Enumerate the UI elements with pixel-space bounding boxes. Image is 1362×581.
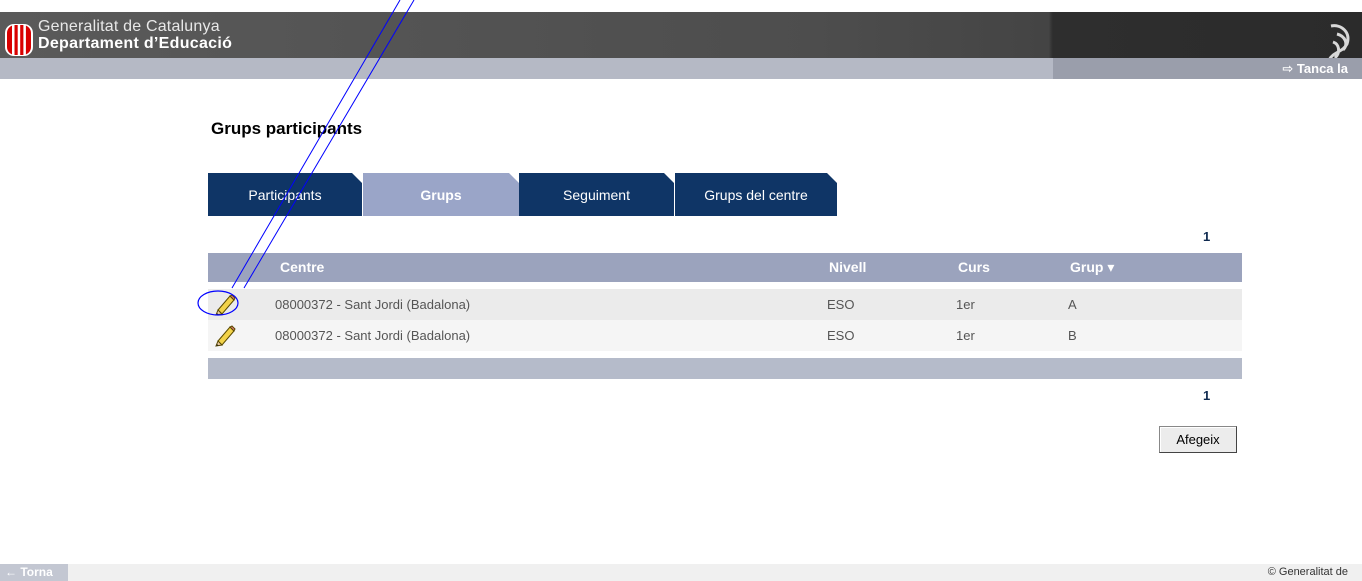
cell-curs: 1er: [956, 297, 975, 312]
cell-centre: 08000372 - Sant Jordi (Badalona): [275, 328, 471, 343]
pencil-edit-icon[interactable]: [213, 323, 237, 347]
cell-grup: B: [1068, 328, 1077, 343]
department-name: Departament d’Educació: [38, 35, 233, 52]
cell-curs: 1er: [956, 328, 975, 343]
org-name: Generalitat de Catalunya: [38, 18, 220, 35]
page-title: Grups participants: [211, 119, 363, 138]
table-footer: [208, 358, 1242, 379]
cell-nivell: ESO: [827, 328, 855, 343]
add-button[interactable]: Afegeix: [1159, 426, 1237, 453]
page-footer: [0, 564, 1362, 581]
column-header-curs[interactable]: Curs: [958, 259, 990, 275]
tab-participants[interactable]: Participants: [208, 173, 362, 216]
cell-grup: A: [1068, 297, 1077, 312]
pagination-top-page-1[interactable]: 1: [1203, 229, 1210, 244]
table-row: 08000372 - Sant Jordi (Badalona) ESO 1er…: [208, 320, 1242, 351]
tab-label: Grups del centre: [704, 186, 808, 203]
column-header-nivell[interactable]: Nivell: [829, 259, 866, 275]
cell-centre: 08000372 - Sant Jordi (Badalona): [275, 297, 471, 312]
table-header: Centre Nivell Curs Grup ▾: [208, 253, 1242, 282]
pagination-bottom-page-1[interactable]: 1: [1203, 388, 1210, 403]
table-row: 08000372 - Sant Jordi (Badalona) ESO 1er…: [208, 289, 1242, 320]
back-link[interactable]: ← Torna: [0, 564, 68, 581]
site-header: Generalitat de Catalunya Departament d’E…: [0, 12, 1362, 61]
sub-navigation-bar: [0, 58, 1362, 79]
tab-label: Grups: [420, 186, 462, 203]
tab-seguiment[interactable]: Seguiment: [519, 173, 674, 216]
top-gap: [0, 0, 1362, 12]
copyright-notice: © Generalitat de: [1267, 566, 1348, 578]
tab-label: Seguiment: [563, 186, 630, 203]
tab-label: Participants: [248, 186, 322, 203]
catalan-flag-logo-icon: [5, 24, 33, 56]
column-header-grup[interactable]: Grup ▾: [1070, 259, 1114, 276]
close-session-link[interactable]: ⇨ Tanca la: [1282, 61, 1348, 77]
groups-table: Centre Nivell Curs Grup ▾ 08000372 - San…: [208, 253, 1242, 379]
tab-grups[interactable]: Grups: [363, 173, 519, 216]
pencil-edit-icon[interactable]: [213, 292, 237, 316]
cell-nivell: ESO: [827, 297, 855, 312]
column-header-centre[interactable]: Centre: [280, 259, 324, 275]
tab-grups-del-centre[interactable]: Grups del centre: [675, 173, 837, 216]
